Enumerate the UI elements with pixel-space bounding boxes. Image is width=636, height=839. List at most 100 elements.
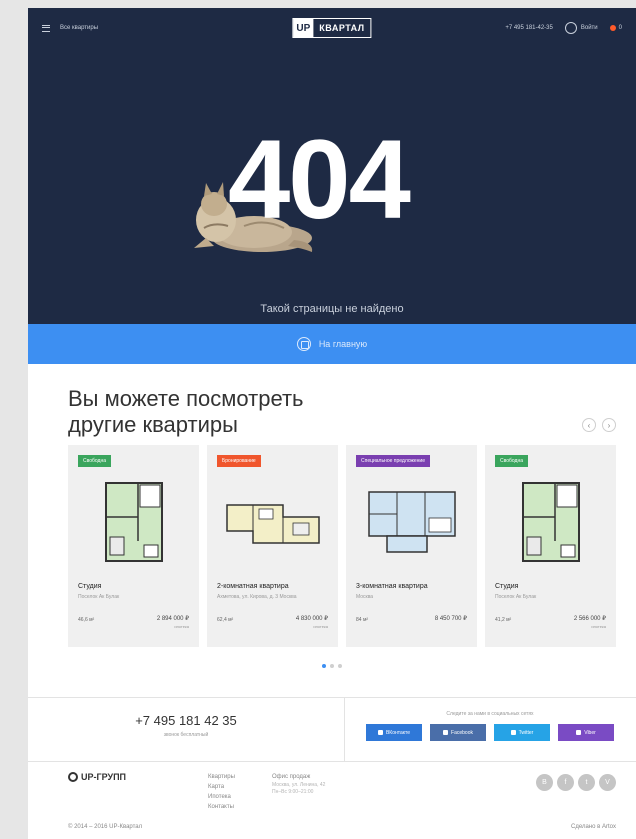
apartment-address: Ахметова, ул. Кирова, д. 3 Москва [217,594,297,600]
apartment-carousel: Свободна Студия Поселок Ак Булак 46,6 м²… [68,445,616,647]
apartment-card[interactable]: Специальное предложение 3-комнатная квар… [346,445,477,647]
hero-404: 404 Такой страницы не найдено [28,48,636,324]
apartment-name: 3-комнатная квартира [356,583,428,590]
apartment-price: 2 894 000 ₽ [156,616,189,622]
menu-label[interactable]: Все квартиры [60,25,98,31]
apartment-address: Поселок Ак Булак [78,594,120,600]
carousel-dot[interactable] [322,664,326,668]
top-bar: Все квартиры UP КВАРТАЛ +7 495 181-42-35… [28,8,636,48]
status-badge: Свободна [78,455,111,467]
header-actions: +7 495 181-42-35 Войти 0 [505,22,622,34]
login-label: Войти [580,25,598,31]
facebook-icon[interactable]: f [557,774,574,791]
apartment-name: 2-комнатная квартира [217,583,289,590]
copyright: © 2014 – 2016 UP-Квартал [68,824,143,830]
home-link-bar[interactable]: На главную [28,324,636,364]
home-link-label: На главную [318,339,368,349]
apartment-price-note: ипотека [313,624,328,629]
social-label: Twitter [518,729,534,736]
header-phone[interactable]: +7 495 181-42-35 [505,25,553,31]
social-label: Facebook [451,729,473,736]
social-buttons: ВКонтакте Facebook Twitter Viber [366,724,614,741]
apartment-price: 4 830 000 ₽ [295,616,328,622]
apartment-card[interactable]: Свободна Студия Поселок Ак Булак 46,6 м²… [68,445,199,647]
page: Все квартиры UP КВАРТАЛ +7 495 181-42-35… [28,8,636,839]
status-badge: Специальное предложение [356,455,431,467]
floor-plan-image [68,477,199,567]
twitter-icon [510,730,516,735]
apartment-card[interactable]: Бронирование 2-комнатная квартира Ахмето… [207,445,338,647]
footer-logo-text: UP-ГРУПП [81,772,127,782]
footer-link[interactable]: Контакты [208,802,235,812]
carousel-dot[interactable] [338,664,342,668]
apartment-area: 41,2 м² [495,617,512,623]
error-message: Такой страницы не найдено [260,303,404,315]
prev-arrow-icon[interactable]: ‹ [582,418,596,432]
site-logo[interactable]: UP КВАРТАЛ [292,18,372,38]
section-title: Вы можете посмотреть другие квартиры [68,386,304,438]
logo-mark-icon [68,772,78,782]
floor-plan-image [485,477,616,567]
apartment-price: 2 566 000 ₽ [573,616,606,622]
footer-nav: Квартиры Карта Ипотека Контакты [208,772,235,812]
footer-office: Офис продаж Москва, ул. Ленина, 42 Пн–Вс… [272,772,325,796]
status-badge: Бронирование [217,455,261,467]
vk-icon [377,730,383,735]
social-label: ВКонтакте [385,729,411,736]
developer-credit[interactable]: Сделано в Artox [571,824,616,830]
divider [28,697,636,698]
viber-icon [576,730,582,735]
favorites-button[interactable]: 0 [609,25,622,31]
divider [28,761,636,762]
twitter-icon[interactable]: t [578,774,595,791]
footer-office-title: Офис продаж [272,774,311,780]
viber-icon[interactable]: V [599,774,616,791]
contact-phone-note: звонок бесплатный [163,732,209,738]
footer-link[interactable]: Ипотека [208,792,235,802]
user-icon [564,22,577,34]
apartment-name: Студия [78,583,102,590]
facebook-icon [443,730,449,735]
facebook-share-button[interactable]: Facebook [430,724,486,741]
apartment-name: Студия [495,583,519,590]
contact-phone[interactable]: +7 495 181 42 35 [28,713,344,728]
section-title-line1: Вы можете посмотреть [68,386,304,411]
apartment-area: 62,4 м² [217,617,234,623]
apartment-price-note: ипотека [591,624,606,629]
footer-office-line: Пн–Вс 9:00–21:00 [272,789,314,795]
footer-link[interactable]: Квартиры [208,772,235,782]
home-icon [296,337,311,351]
menu-icon[interactable] [42,24,50,32]
apartment-price: 8 450 700 ₽ [434,616,467,622]
logo-mark: UP [293,19,314,37]
section-title-line2: другие квартиры [68,412,238,437]
viber-share-button[interactable]: Viber [558,724,614,741]
apartment-price-note: ипотека [174,624,189,629]
footer-office-line: Москва, ул. Ленина, 42 [272,782,326,788]
apartment-address: Поселок Ак Булак [495,594,537,600]
carousel-arrows: ‹ › [582,418,616,432]
floor-plan-image [346,477,477,567]
floor-plan-image [207,477,338,567]
vk-share-button[interactable]: ВКонтакте [366,724,422,741]
twitter-share-button[interactable]: Twitter [494,724,550,741]
favorites-count: 0 [618,25,622,31]
divider [344,697,345,761]
apartment-area: 84 м² [356,617,369,623]
carousel-dots [28,664,636,668]
carousel-dot[interactable] [330,664,334,668]
next-arrow-icon[interactable]: › [602,418,616,432]
status-badge: Свободна [495,455,528,467]
login-button[interactable]: Войти [564,22,598,34]
footer-social-icons: В f t V [536,774,616,791]
vk-icon[interactable]: В [536,774,553,791]
apartment-address: Москва [356,594,374,600]
footer-logo[interactable]: UP-ГРУПП [68,772,126,782]
footer-link[interactable]: Карта [208,782,235,792]
logo-text: КВАРТАЛ [319,23,365,33]
social-label: Viber [584,729,596,736]
apartment-card[interactable]: Свободна Студия Поселок Ак Булак 41,2 м²… [485,445,616,647]
apartment-area: 46,6 м² [78,617,95,623]
social-caption: Следите за нами в социальных сетях [446,711,534,717]
heart-icon [609,25,616,31]
